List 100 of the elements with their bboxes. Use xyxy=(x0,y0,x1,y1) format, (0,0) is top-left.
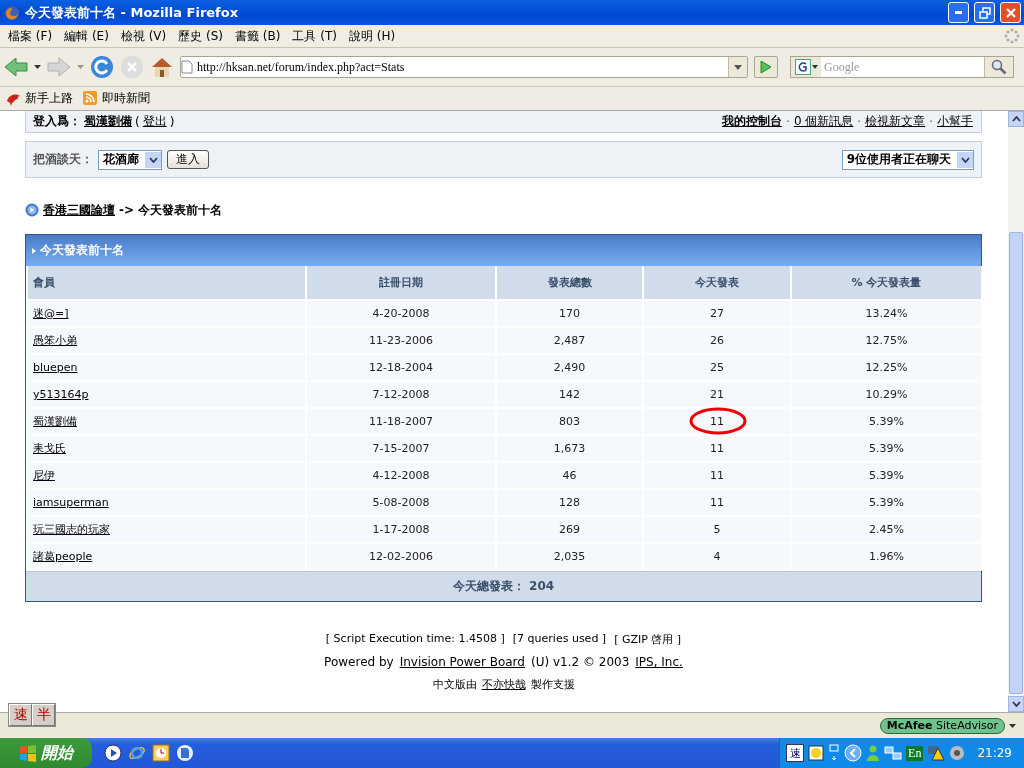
member-link[interactable]: iamsuperman xyxy=(33,496,109,509)
browser-e-icon[interactable] xyxy=(128,744,146,762)
clock-time: 21:29 xyxy=(977,746,1012,760)
user-menu-link[interactable]: 檢視新文章 xyxy=(865,113,926,130)
help-icon[interactable] xyxy=(808,745,825,761)
speaker-icon[interactable] xyxy=(949,745,966,761)
table-cell: 12-18-2004 xyxy=(369,361,433,374)
ime-key[interactable]: 半 xyxy=(32,704,55,726)
play-icon xyxy=(760,60,772,74)
go-button[interactable] xyxy=(754,56,778,78)
menu-item[interactable]: 檔案 (F) xyxy=(4,27,61,45)
media-player-icon[interactable] xyxy=(104,744,122,762)
member-link[interactable]: 愚笨小弟 xyxy=(33,334,77,347)
column-header[interactable]: 註冊日期 xyxy=(306,266,496,300)
user-menu-link[interactable]: 0 個新訊息 xyxy=(793,113,854,130)
ime-tray-icon[interactable]: 速 xyxy=(786,744,805,762)
ime-key[interactable]: 速 xyxy=(9,704,32,726)
menu-item[interactable]: 檢視 (V) xyxy=(116,27,175,45)
chat-label: 把酒談天： xyxy=(33,151,93,168)
close-button[interactable] xyxy=(1000,2,1021,23)
company-link[interactable]: IPS, Inc. xyxy=(635,655,683,669)
table-cell: 12-02-2006 xyxy=(369,550,433,563)
table-cell: 142 xyxy=(559,388,580,401)
chat-users-dropdown[interactable]: 9位使用者正在聊天 xyxy=(841,149,974,170)
column-header[interactable]: 今天發表 xyxy=(643,266,791,300)
reload-icon[interactable] xyxy=(90,55,114,79)
address-field[interactable]: http://hksan.net/forum/index.php?act=Stats xyxy=(180,56,748,78)
table-cell: 7-15-2007 xyxy=(372,442,430,455)
menu-item[interactable]: 說明 (H) xyxy=(345,27,404,45)
table-cell: 5.39% xyxy=(869,496,904,509)
member-link[interactable]: y513164p xyxy=(33,388,89,401)
member-link[interactable]: 迷@=] xyxy=(33,307,69,320)
scrollbar[interactable] xyxy=(1008,111,1024,712)
column-header[interactable]: 會員 xyxy=(27,266,306,300)
chevron-up-icon[interactable] xyxy=(1011,116,1021,122)
user-menu-link[interactable]: 小幫手 xyxy=(937,113,973,130)
table-cell: 11-18-2007 xyxy=(369,415,433,428)
table-cell: 11 xyxy=(710,442,724,455)
warning-icon[interactable] xyxy=(927,745,946,761)
credit-text: 中文版由 xyxy=(432,677,477,692)
member-link[interactable]: bluepen xyxy=(33,361,78,374)
dropdown-icon[interactable] xyxy=(734,64,742,70)
table-cell: 4 xyxy=(713,550,721,563)
document-icon[interactable] xyxy=(176,744,194,762)
credit-link[interactable]: 不亦快哉 xyxy=(481,677,526,692)
member-link[interactable]: 尼伊 xyxy=(33,469,55,482)
siteadvisor-badge[interactable]: McAfee SiteAdvisor xyxy=(879,717,1005,734)
table-cell: 12.25% xyxy=(865,361,908,374)
menu-item[interactable]: 編輯 (E) xyxy=(60,27,117,45)
logout-link[interactable]: 登出 xyxy=(142,113,167,130)
table-cell: 12.75% xyxy=(865,334,908,347)
rss-icon xyxy=(83,90,99,107)
chevron-down-icon[interactable] xyxy=(1011,701,1021,707)
member-link[interactable]: 耒戈氏 xyxy=(33,442,66,455)
back-arrow-icon[interactable] xyxy=(4,56,28,78)
home-icon[interactable] xyxy=(150,55,174,79)
member-link[interactable]: 諸葛people xyxy=(33,550,93,563)
breadcrumb-link[interactable]: 香港三國論壇 xyxy=(43,201,115,219)
table-cell: 46 xyxy=(562,469,577,482)
user-menu-link[interactable]: 我的控制台 xyxy=(722,113,783,130)
table-cell: 4-12-2008 xyxy=(372,469,430,482)
table-cell: 2,487 xyxy=(553,334,586,347)
minimize-button[interactable] xyxy=(948,2,969,23)
table-cell: 21 xyxy=(710,388,724,401)
parenthesis: ( xyxy=(135,114,140,129)
column-header[interactable]: 發表總數 xyxy=(496,266,643,300)
triangle-icon xyxy=(32,247,36,254)
table-cell: 2,490 xyxy=(553,361,586,374)
throbber-icon xyxy=(1004,28,1020,44)
column-header[interactable]: % 今天發表量 xyxy=(791,266,982,300)
username-link[interactable]: 蜀漢劉備 xyxy=(84,113,132,130)
dropdown-icon[interactable] xyxy=(34,65,41,69)
enter-button[interactable]: 進入 xyxy=(167,150,209,169)
invision-link[interactable]: Invision Power Board xyxy=(399,655,525,669)
language-indicator[interactable]: En xyxy=(906,745,924,761)
table-cell: 1.96% xyxy=(869,550,904,563)
bookmark-item[interactable]: 新手上路 xyxy=(6,90,73,107)
table-cell: 11 xyxy=(710,496,724,509)
member-link[interactable]: 玩三國志的玩家 xyxy=(33,523,110,536)
table-cell: 5.39% xyxy=(869,415,904,428)
dropdown-icon[interactable] xyxy=(1009,723,1016,728)
table-cell: 5.39% xyxy=(869,442,904,455)
room-dropdown[interactable]: 花酒廊 xyxy=(98,149,162,170)
start-button[interactable]: 開始 xyxy=(0,738,92,768)
bookmark-item[interactable]: 即時新聞 xyxy=(83,90,150,107)
network-icon[interactable] xyxy=(884,745,903,761)
clock-icon[interactable] xyxy=(152,744,170,762)
stats-text: [ GZIP 啓用 ] xyxy=(614,632,682,647)
powered-by-text: Powered by xyxy=(324,655,394,669)
chevron-left-icon[interactable] xyxy=(844,744,863,762)
breadcrumb-separator: -> xyxy=(119,203,135,217)
window-switch-icon[interactable] xyxy=(828,744,841,762)
table-cell: 5.39% xyxy=(869,469,904,482)
table-cell: 2,035 xyxy=(553,550,586,563)
menu-item[interactable]: 歷史 (S) xyxy=(174,27,232,45)
menu-item[interactable]: 工具 (T) xyxy=(288,27,345,45)
table-cell: 1,673 xyxy=(553,442,586,455)
member-link[interactable]: 蜀漢劉備 xyxy=(33,415,77,428)
restore-button[interactable] xyxy=(974,2,995,23)
menu-item[interactable]: 書籤 (B) xyxy=(231,27,289,45)
